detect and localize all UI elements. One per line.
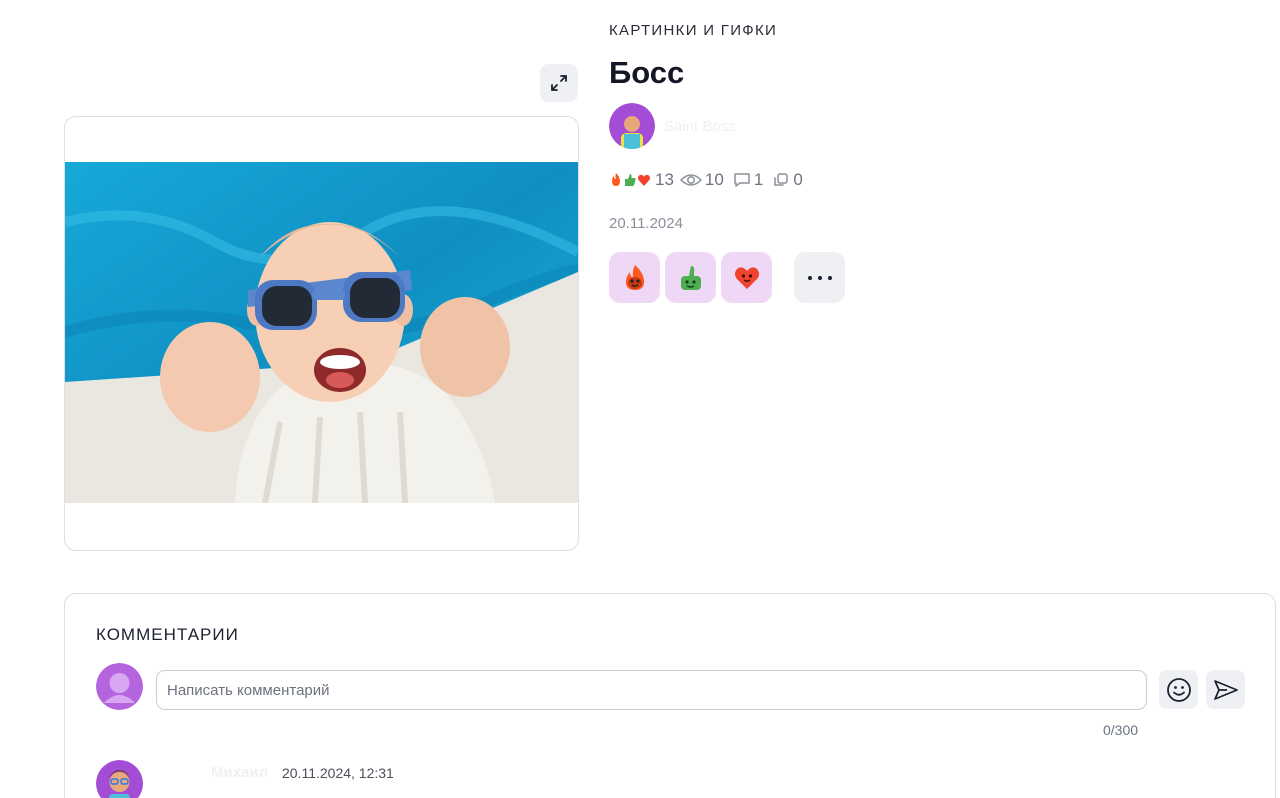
author-avatar[interactable] (609, 103, 655, 149)
comments-stat[interactable]: 1 (733, 170, 763, 190)
post-photo[interactable] (65, 162, 578, 503)
fire-icon (612, 173, 620, 186)
comment-date: 20.11.2024, 12:31 (282, 765, 394, 781)
comments-section: КОММЕНТАРИИ 0/300 Михаил (64, 593, 1276, 798)
reactions-summary[interactable]: 13 (609, 170, 674, 190)
char-counter: 0/300 (1103, 722, 1139, 738)
heart-reaction-button[interactable] (721, 252, 772, 303)
comment-author-avatar[interactable] (96, 760, 143, 798)
post-date: 20.11.2024 (609, 215, 683, 232)
comment-input[interactable] (156, 670, 1147, 710)
smiley-icon (1166, 677, 1191, 702)
views-count: 10 (704, 170, 724, 189)
comment-icon (734, 173, 750, 187)
views-stat: 10 (679, 170, 724, 190)
repost-icon (774, 173, 789, 186)
reaction-buttons (609, 252, 845, 303)
send-icon (1213, 679, 1238, 700)
eye-icon (679, 174, 702, 186)
reposts-stat[interactable]: 0 (772, 170, 803, 190)
reactions-count: 13 (655, 170, 674, 189)
comments-title: КОММЕНТАРИИ (96, 625, 239, 644)
current-user-avatar (96, 663, 143, 710)
emoji-button[interactable] (1159, 670, 1198, 709)
more-dots-icon (807, 275, 812, 280)
thumbs-up-face-icon (680, 265, 701, 290)
author-name[interactable]: Saint Boss (664, 118, 736, 135)
post-title: Босс (609, 55, 685, 90)
fire-face-icon (625, 264, 644, 290)
comments-count: 1 (753, 170, 764, 189)
heart-face-icon (734, 266, 759, 289)
thumbs-up-icon (625, 174, 636, 186)
more-options-button[interactable] (794, 252, 845, 303)
comment-author-name[interactable]: Михаил (211, 764, 268, 781)
thumbs-up-reaction-button[interactable] (665, 252, 716, 303)
post-category[interactable]: КАРТИНКИ И ГИФКИ (609, 22, 777, 39)
post-stats: 13 10 1 0 (609, 170, 812, 190)
expand-icon (551, 75, 567, 91)
reposts-count: 0 (793, 170, 803, 189)
expand-image-button[interactable] (540, 64, 578, 102)
post-image-card (64, 116, 579, 551)
send-comment-button[interactable] (1206, 670, 1245, 709)
heart-icon (638, 174, 650, 186)
fire-reaction-button[interactable] (609, 252, 660, 303)
